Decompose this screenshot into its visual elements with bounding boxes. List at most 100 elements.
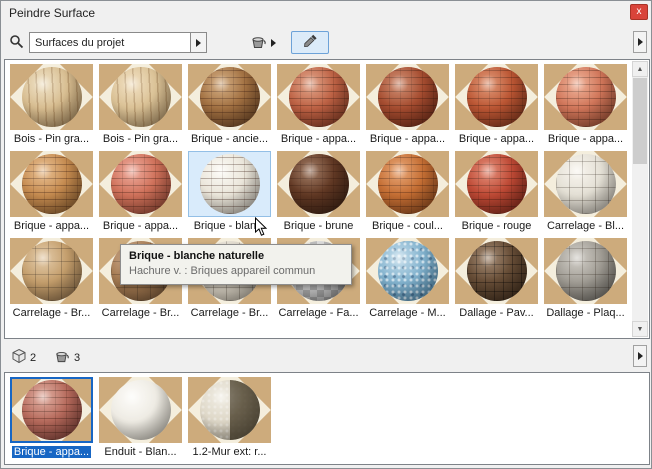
material-item[interactable]: Bois - Pin gra...: [96, 62, 185, 149]
toolbar-more-button[interactable]: [633, 31, 647, 53]
material-thumbnail: [10, 151, 93, 217]
material-item[interactable]: Brique - appa...: [7, 375, 96, 462]
material-thumbnail: [455, 64, 538, 130]
material-thumbnail: [366, 64, 449, 130]
material-sphere: [378, 154, 438, 214]
chevron-right-icon: [196, 39, 201, 47]
material-label: Dallage - Pav...: [452, 306, 541, 320]
material-sphere: [378, 67, 438, 127]
sphere-shading: [378, 154, 438, 214]
sphere-shading: [556, 154, 616, 214]
surface-filter-popup-button[interactable]: [190, 33, 206, 52]
material-thumbnail: [188, 151, 271, 217]
sphere-shading: [556, 241, 616, 301]
material-sphere: [378, 241, 438, 301]
sphere-shading: [111, 67, 171, 127]
material-thumbnail: [10, 377, 93, 443]
material-item[interactable]: Brique - rouge: [452, 149, 541, 236]
material-sphere: [200, 154, 260, 214]
material-thumbnail: [188, 64, 271, 130]
paint-bucket-icon: [249, 33, 268, 53]
sphere-shading: [22, 67, 82, 127]
material-thumbnail: [544, 64, 627, 130]
material-item[interactable]: Dallage - Pav...: [452, 236, 541, 323]
scroll-up-button[interactable]: ▲: [632, 61, 648, 77]
material-thumbnail: [99, 377, 182, 443]
eyedropper-button[interactable]: [291, 31, 329, 54]
material-thumbnail: [99, 64, 182, 130]
material-item[interactable]: Brique - ancie...: [185, 62, 274, 149]
material-item[interactable]: Enduit - Blan...: [96, 375, 185, 462]
close-button[interactable]: x: [630, 4, 648, 20]
scroll-down-button[interactable]: ▼: [632, 321, 648, 337]
sphere-shading: [467, 154, 527, 214]
material-thumbnail: [99, 151, 182, 217]
vertical-scrollbar[interactable]: ▲ ▼: [632, 61, 648, 337]
cube-icon: [11, 348, 27, 367]
material-item[interactable]: Carrelage - M...: [363, 236, 452, 323]
material-thumbnail: [188, 377, 271, 443]
window-title: Peindre Surface: [9, 6, 95, 20]
chevron-right-icon: [638, 38, 643, 46]
material-label: Brique - appa...: [96, 219, 185, 233]
material-item[interactable]: Bois - Pin gra...: [7, 62, 96, 149]
sphere-shading: [111, 154, 171, 214]
sphere-shading: [289, 67, 349, 127]
material-label: Brique - appa...: [7, 219, 96, 233]
material-sphere: [200, 67, 260, 127]
surface-filter-value: Surfaces du projet: [30, 37, 190, 49]
sphere-shading: [22, 154, 82, 214]
sphere-shading: [111, 380, 171, 440]
material-label: Bois - Pin gra...: [7, 132, 96, 146]
material-label: Carrelage - M...: [363, 306, 452, 320]
material-sphere: [467, 67, 527, 127]
sphere-shading: [556, 67, 616, 127]
material-label: Carrelage - Br...: [185, 306, 274, 320]
material-thumbnail: [544, 151, 627, 217]
material-item[interactable]: Brique - coul...: [363, 149, 452, 236]
toolbar: Surfaces du projet: [1, 25, 651, 58]
material-label: Carrelage - Br...: [7, 306, 96, 320]
material-sphere: [289, 67, 349, 127]
material-label: Enduit - Blan...: [96, 445, 185, 459]
material-item[interactable]: Brique - appa...: [541, 62, 630, 149]
material-label: Carrelage - Bl...: [541, 219, 630, 233]
material-sphere: [22, 380, 82, 440]
bucket-popup-arrow-icon: [271, 39, 276, 47]
footer-more-button[interactable]: [633, 345, 647, 367]
material-item[interactable]: Brique - appa...: [7, 149, 96, 236]
sphere-shading: [200, 154, 260, 214]
material-sphere: [22, 67, 82, 127]
material-sphere: [467, 241, 527, 301]
material-item[interactable]: Brique - appa...: [452, 62, 541, 149]
material-item[interactable]: Carrelage - Bl...: [541, 149, 630, 236]
material-label: Dallage - Plaq...: [541, 306, 630, 320]
surface-filter-combo[interactable]: Surfaces du projet: [29, 32, 207, 53]
title-bar[interactable]: Peindre Surface x: [1, 1, 651, 25]
model-surfaces-indicator: 2: [11, 348, 36, 367]
material-item[interactable]: Brique - appa...: [274, 62, 363, 149]
material-item[interactable]: Brique - appa...: [363, 62, 452, 149]
material-item[interactable]: Brique - brune: [274, 149, 363, 236]
materials-panel: Bois - Pin gra... Bois - Pin gra... Briq…: [4, 59, 650, 339]
material-item[interactable]: 1.2-Mur ext: r...: [185, 375, 274, 462]
search-icon: [9, 34, 24, 52]
sphere-shading: [378, 241, 438, 301]
material-item[interactable]: Brique - appa...: [96, 149, 185, 236]
scrollbar-thumb[interactable]: [633, 78, 647, 164]
material-sphere: [111, 67, 171, 127]
material-item[interactable]: Carrelage - Br...: [7, 236, 96, 323]
material-label: Brique - appa...: [541, 132, 630, 146]
tooltip-title: Brique - blanche naturelle: [129, 249, 343, 264]
sphere-shading: [467, 241, 527, 301]
chevron-right-icon: [638, 352, 643, 360]
material-sphere: [22, 154, 82, 214]
material-thumbnail: [544, 238, 627, 304]
material-label: Brique - brune: [274, 219, 363, 233]
sphere-shading: [467, 67, 527, 127]
paint-bucket-button[interactable]: [249, 31, 283, 55]
painted-surfaces-count: 3: [74, 352, 80, 364]
material-label: Carrelage - Br...: [96, 306, 185, 320]
material-item[interactable]: Dallage - Plaq...: [541, 236, 630, 323]
material-sphere: [200, 380, 260, 440]
